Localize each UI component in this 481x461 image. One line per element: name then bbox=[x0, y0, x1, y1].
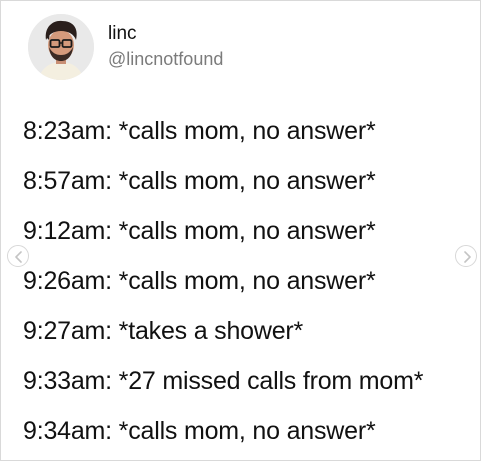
avatar-image bbox=[28, 14, 94, 80]
tweet-line-2: 8:57am: *calls mom, no answer* bbox=[23, 167, 376, 195]
tweet-line-4: 9:26am: *calls mom, no answer* bbox=[23, 267, 376, 295]
tweet-line-6: 9:33am: *27 missed calls from mom* bbox=[23, 367, 424, 395]
user-handle[interactable]: @lincnotfound bbox=[108, 48, 223, 70]
tweet-line-5: 9:27am: *takes a shower* bbox=[23, 317, 304, 345]
tweet-card: linc @lincnotfound 8:23am: *calls mom, n… bbox=[0, 0, 481, 461]
chevron-left-icon bbox=[15, 251, 22, 263]
chevron-right-icon bbox=[464, 251, 471, 263]
carousel-prev-button[interactable] bbox=[7, 245, 29, 267]
tweet-line-1: 8:23am: *calls mom, no answer* bbox=[23, 117, 376, 145]
tweet-line-7: 9:34am: *calls mom, no answer* bbox=[23, 417, 376, 445]
avatar[interactable] bbox=[28, 14, 94, 80]
display-name[interactable]: linc bbox=[108, 23, 137, 45]
carousel-next-button[interactable] bbox=[455, 245, 477, 267]
tweet-line-3: 9:12am: *calls mom, no answer* bbox=[23, 217, 376, 245]
